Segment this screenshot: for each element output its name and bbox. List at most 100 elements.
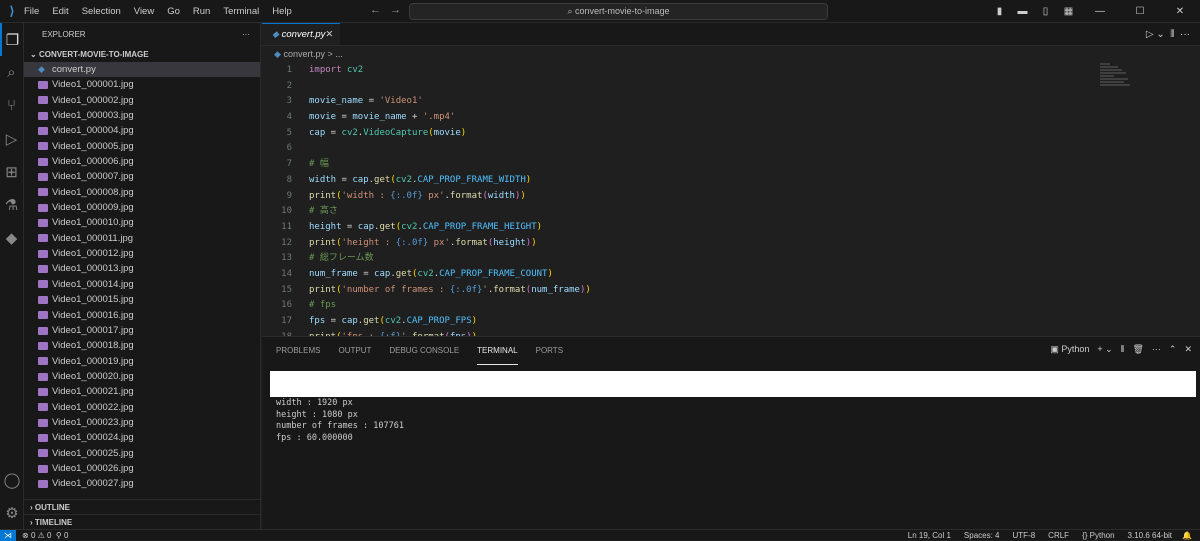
file-item[interactable]: Video1_000005.jpg	[24, 139, 260, 154]
tab-ports[interactable]: PORTS	[536, 337, 563, 365]
file-item[interactable]: Video1_000022.jpg	[24, 400, 260, 415]
layout-icon[interactable]: ▦	[1057, 6, 1080, 17]
menu-item-file[interactable]: File	[24, 6, 39, 17]
trash-icon[interactable]: 🗑	[1132, 344, 1143, 355]
file-name: Video1_000026.jpg	[52, 462, 134, 474]
file-name: Video1_000025.jpg	[52, 447, 134, 459]
minimize-button[interactable]: —	[1080, 6, 1120, 17]
more-actions-icon[interactable]: ···	[242, 23, 250, 47]
code-token: print	[309, 237, 337, 248]
file-item[interactable]: Video1_000024.jpg	[24, 430, 260, 445]
remote-icon[interactable]: ⋊	[0, 529, 16, 541]
testing-icon[interactable]: ⚗	[0, 188, 23, 221]
file-item[interactable]: Video1_000006.jpg	[24, 154, 260, 169]
file-item[interactable]: Video1_000004.jpg	[24, 123, 260, 138]
menu-item-help[interactable]: Help	[272, 6, 292, 17]
maximize-panel-icon[interactable]: ⌃	[1169, 344, 1177, 355]
menu-item-selection[interactable]: Selection	[82, 6, 121, 17]
file-item[interactable]: Video1_000017.jpg	[24, 323, 260, 338]
minimap[interactable]	[1100, 63, 1130, 103]
status-item[interactable]: UTF-8	[1013, 531, 1036, 540]
file-item[interactable]: Video1_000002.jpg	[24, 93, 260, 108]
tab-output[interactable]: OUTPUT	[338, 337, 371, 365]
file-item[interactable]: Video1_000016.jpg	[24, 308, 260, 323]
file-item[interactable]: Video1_000019.jpg	[24, 354, 260, 369]
file-name: Video1_000015.jpg	[52, 294, 134, 306]
file-item[interactable]: Video1_000025.jpg	[24, 446, 260, 461]
status-item[interactable]: CRLF	[1048, 531, 1069, 540]
toggle-panel-icon[interactable]: ▬	[1011, 6, 1034, 17]
menu-item-run[interactable]: Run	[193, 6, 210, 17]
tab-debug-console[interactable]: DEBUG CONSOLE	[389, 337, 459, 365]
status-item[interactable]: {} Python	[1082, 531, 1114, 540]
forward-icon[interactable]: →	[390, 4, 401, 16]
file-item[interactable]: Video1_000020.jpg	[24, 369, 260, 384]
source-control-icon[interactable]: ⑂	[0, 89, 23, 122]
run-debug-icon[interactable]: ▷	[0, 122, 23, 155]
python-icon[interactable]: ◆	[0, 221, 23, 254]
split-terminal-icon[interactable]: ⫴	[1121, 344, 1125, 355]
bell-icon[interactable]: 🔔	[1182, 531, 1200, 540]
file-item[interactable]: Video1_000027.jpg	[24, 476, 260, 491]
code-line: 11 height = cap. get(cv2. CAP_PROP_FRAME_HE…	[262, 220, 1200, 236]
file-item[interactable]: Video1_000001.jpg	[24, 77, 260, 92]
file-item[interactable]: Video1_000008.jpg	[24, 185, 260, 200]
file-item[interactable]: Video1_000010.jpg	[24, 215, 260, 230]
code-token: print	[309, 284, 337, 295]
close-button[interactable]: ✕	[1160, 6, 1200, 17]
run-python-button[interactable]: ▷ ⌄ ⫴ ···	[1146, 29, 1190, 40]
menu-item-go[interactable]: Go	[167, 6, 180, 17]
back-icon[interactable]: ←	[370, 4, 381, 16]
search-icon[interactable]: ⌕	[0, 56, 23, 89]
tab-terminal[interactable]: TERMINAL	[477, 337, 518, 365]
toggle-secondary-icon[interactable]: ▯	[1034, 6, 1057, 17]
timeline-section[interactable]: › TIMELINE	[24, 514, 260, 529]
outline-section[interactable]: › OUTLINE	[24, 499, 260, 514]
file-name: Video1_000019.jpg	[52, 355, 134, 367]
file-item[interactable]: Video1_000012.jpg	[24, 246, 260, 261]
menu-item-edit[interactable]: Edit	[52, 6, 68, 17]
line-number: 11	[281, 221, 292, 232]
problems-status[interactable]: ⊗ 0 ⚠ 0 ⚲ 0	[22, 531, 68, 540]
code-token: =	[336, 174, 353, 185]
breadcrumb[interactable]: ◆ convert.py > ...	[262, 46, 1200, 63]
new-terminal-icon[interactable]: + ⌄	[1097, 344, 1112, 355]
file-item[interactable]: Video1_000009.jpg	[24, 200, 260, 215]
file-item[interactable]: Video1_000007.jpg	[24, 169, 260, 184]
menu-item-terminal[interactable]: Terminal	[223, 6, 259, 17]
terminal-shell-selector[interactable]: ▣ Python	[1050, 344, 1089, 355]
file-item[interactable]: Video1_000003.jpg	[24, 108, 260, 123]
code-line: 12 print('height : {:.0f} px'. format(heig…	[262, 236, 1200, 252]
terminal-output[interactable]: width : 1920 px height : 1080 px number of…	[276, 398, 404, 444]
explorer-icon[interactable]: ❐	[0, 23, 23, 56]
file-item[interactable]: Video1_000023.jpg	[24, 415, 260, 430]
file-item[interactable]: Video1_000011.jpg	[24, 231, 260, 246]
file-item[interactable]: Video1_000013.jpg	[24, 261, 260, 276]
close-panel-icon[interactable]: ✕	[1184, 344, 1192, 355]
file-item[interactable]: Video1_000014.jpg	[24, 277, 260, 292]
status-item[interactable]: Ln 19, Col 1	[908, 531, 951, 540]
toggle-sidebar-icon[interactable]: ▮	[988, 6, 1011, 17]
maximize-button[interactable]: ☐	[1120, 6, 1160, 17]
status-item[interactable]: Spaces: 4	[964, 531, 1000, 540]
extensions-icon[interactable]: ⊞	[0, 155, 23, 188]
file-item[interactable]: ◆ convert.py	[24, 62, 260, 78]
file-name: Video1_000016.jpg	[52, 309, 134, 321]
code-token: get	[379, 221, 396, 232]
close-tab-icon[interactable]: ✕	[325, 29, 333, 40]
code-token: cv2	[395, 174, 412, 185]
account-icon[interactable]: ◯	[0, 463, 24, 496]
tab-problems[interactable]: PROBLEMS	[276, 337, 320, 365]
file-item[interactable]: Video1_000026.jpg	[24, 461, 260, 476]
folder-header[interactable]: ⌄ CONVERT-MOVIE-TO-IMAGE	[24, 47, 260, 62]
file-item[interactable]: Video1_000015.jpg	[24, 292, 260, 307]
file-item[interactable]: Video1_000021.jpg	[24, 384, 260, 399]
file-item[interactable]: Video1_000018.jpg	[24, 338, 260, 353]
status-item[interactable]: 3.10.6 64-bit	[1128, 531, 1172, 540]
tab-convert-py[interactable]: ◆ convert.py ✕	[262, 23, 340, 45]
gear-icon[interactable]: ⚙	[0, 496, 24, 529]
command-center-search[interactable]: ⌕ convert-movie-to-image	[409, 3, 828, 20]
menu-item-view[interactable]: View	[134, 6, 154, 17]
more-icon[interactable]: ···	[1152, 344, 1161, 355]
image-file-icon	[38, 372, 48, 381]
